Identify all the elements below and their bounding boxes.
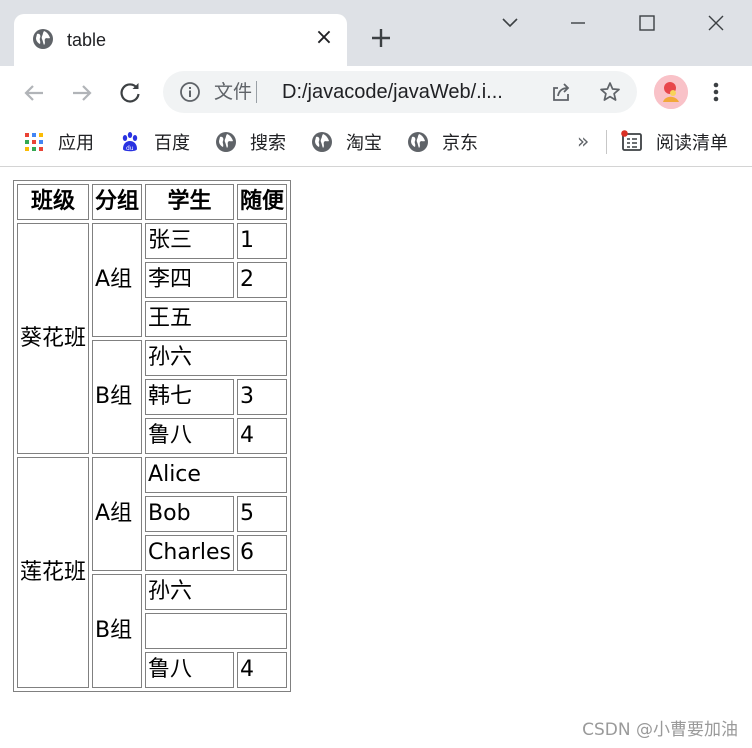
minimize-button[interactable] — [563, 10, 593, 36]
group-cell: B组 — [92, 340, 143, 454]
student-cell: Alice — [145, 457, 287, 493]
reading-list-button[interactable]: 阅读清单 — [620, 128, 728, 156]
misc-cell: 5 — [236, 496, 287, 532]
baidu-paw-icon: du — [122, 132, 138, 152]
student-cell: 王五 — [145, 301, 287, 337]
tab-strip: table × — [0, 0, 752, 66]
share-icon[interactable] — [549, 80, 573, 104]
student-cell: 孙六 — [145, 574, 287, 610]
header-class: 班级 — [17, 184, 90, 220]
tab-search-chevron-icon[interactable] — [495, 10, 525, 36]
class-cell: 葵花班 — [17, 223, 90, 454]
new-tab-button[interactable] — [367, 24, 395, 52]
back-arrow-icon[interactable] — [19, 78, 49, 108]
group-cell: A组 — [92, 223, 143, 337]
table-row: 莲花班 A组 Alice — [17, 457, 287, 688]
student-cell: Bob — [145, 496, 234, 532]
address-bar[interactable]: 文件 D:/javacode/javaWeb/.i... — [163, 71, 637, 113]
bookmark-taobao[interactable]: 淘宝 — [311, 128, 382, 156]
student-cell: Charles — [145, 535, 234, 571]
bookmark-label: 淘宝 — [346, 133, 382, 154]
globe-icon — [216, 132, 236, 152]
forward-arrow-icon[interactable] — [67, 78, 97, 108]
table-header-row: 班级 分组 学生 随便 — [17, 184, 287, 220]
apps-grid-icon — [25, 133, 43, 151]
tab-title: table — [67, 30, 107, 50]
globe-icon — [408, 132, 428, 152]
misc-cell: 2 — [236, 262, 287, 298]
student-cell: 鲁八 — [145, 652, 234, 688]
group-cell: A组 — [92, 457, 143, 571]
page-content: 班级 分组 学生 随便 葵花班 A组 张三 1 李四 2 王五 B组 孙六 韩七… — [0, 167, 752, 748]
header-misc: 随便 — [236, 184, 287, 220]
bookmark-baidu[interactable]: du 百度 — [119, 128, 190, 156]
browser-toolbar: 文件 D:/javacode/javaWeb/.i... — [0, 66, 752, 120]
divider — [256, 81, 257, 103]
bookmark-search[interactable]: 搜索 — [215, 128, 286, 156]
close-tab-button[interactable]: × — [314, 26, 334, 50]
student-cell: 张三 — [145, 223, 234, 259]
bookmark-label: 应用 — [58, 133, 94, 154]
bookmark-jd[interactable]: 京东 — [407, 128, 478, 156]
group-cell: B组 — [92, 574, 143, 688]
bookmarks-bar: 应用 du 百度 搜索 淘宝 京东 » 阅读清单 — [0, 120, 752, 167]
bookmark-label: 京东 — [442, 133, 478, 154]
watermark: CSDN @小曹要加油 — [582, 720, 738, 740]
class-table: 班级 分组 学生 随便 葵花班 A组 张三 1 李四 2 王五 B组 孙六 韩七… — [13, 180, 291, 692]
more-menu-icon[interactable] — [704, 78, 728, 106]
student-cell — [145, 613, 287, 649]
security-label: 文件 — [214, 81, 253, 103]
misc-cell: 6 — [236, 535, 287, 571]
profile-icon — [654, 75, 688, 109]
divider — [606, 130, 607, 154]
student-cell: 鲁八 — [145, 418, 234, 454]
reload-icon[interactable] — [115, 78, 145, 108]
reading-list-label: 阅读清单 — [656, 133, 728, 154]
more-bookmarks-button[interactable]: » — [577, 128, 589, 154]
misc-cell: 1 — [236, 223, 287, 259]
misc-cell: 4 — [236, 418, 287, 454]
class-cell: 莲花班 — [17, 457, 90, 688]
maximize-button[interactable] — [632, 10, 662, 36]
info-icon[interactable] — [179, 81, 201, 103]
bookmark-label: 搜索 — [250, 133, 286, 154]
student-cell: 韩七 — [145, 379, 234, 415]
misc-cell: 3 — [236, 379, 287, 415]
globe-icon — [33, 29, 53, 49]
misc-cell: 4 — [236, 652, 287, 688]
student-cell: 李四 — [145, 262, 234, 298]
reading-list-icon — [621, 130, 642, 151]
bookmark-label: 百度 — [154, 133, 190, 154]
browser-tab[interactable]: table × — [14, 14, 347, 66]
header-student: 学生 — [145, 184, 234, 220]
globe-icon — [312, 132, 332, 152]
bookmark-apps[interactable]: 应用 — [23, 128, 94, 156]
bookmark-star-icon[interactable] — [598, 80, 622, 104]
table-row: 葵花班 A组 张三 1 — [17, 223, 287, 454]
avatar[interactable] — [654, 75, 688, 109]
student-cell: 孙六 — [145, 340, 287, 376]
url-text[interactable]: D:/javacode/javaWeb/.i... — [282, 79, 503, 105]
svg-text:du: du — [126, 145, 134, 152]
header-group: 分组 — [92, 184, 143, 220]
close-window-button[interactable] — [701, 10, 731, 36]
